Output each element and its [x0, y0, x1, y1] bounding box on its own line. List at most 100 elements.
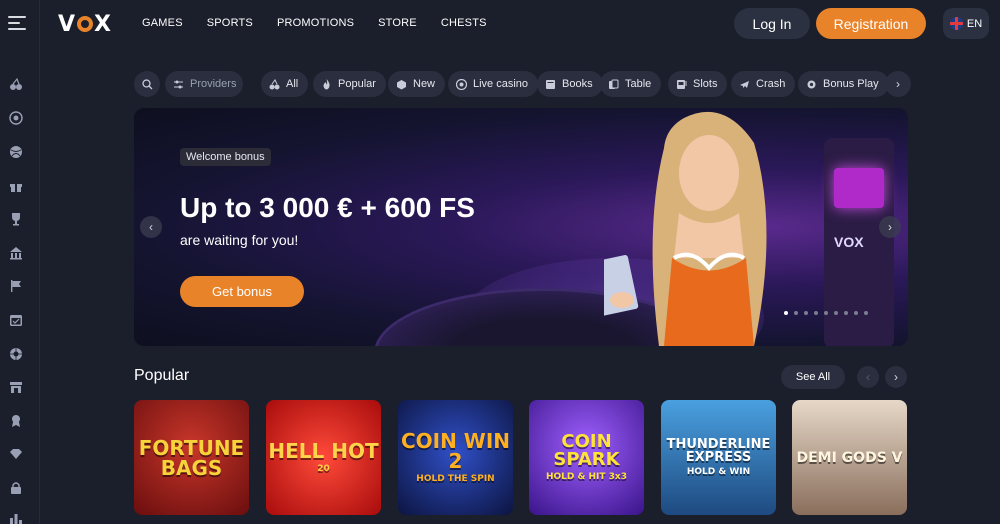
- ball-icon[interactable]: [9, 145, 23, 159]
- sidebar: [0, 0, 40, 524]
- filter-live-casino-label: Live casino: [473, 78, 529, 90]
- game-title: COIN WIN 2: [400, 429, 511, 473]
- filter-popular[interactable]: Popular: [313, 71, 386, 97]
- game-title: FORTUNE BAGS: [138, 435, 245, 480]
- game-tile[interactable]: COIN SPARK HOLD & HIT 3x3: [529, 400, 644, 515]
- language-code: EN: [966, 17, 983, 30]
- chart-icon[interactable]: [9, 512, 23, 524]
- banner-subtitle: are waiting for you!: [180, 232, 299, 248]
- filter-crash-label: Crash: [756, 78, 786, 90]
- filter-all[interactable]: All: [261, 71, 309, 97]
- gear-icon: [806, 79, 817, 90]
- filter-bonus-play-label: Bonus Play: [823, 78, 879, 90]
- lock-icon[interactable]: [9, 481, 23, 495]
- banner-next-button[interactable]: ›: [879, 216, 901, 238]
- cherries-icon: [269, 78, 280, 90]
- game-tile[interactable]: THUNDERLINE EXPRESS HOLD & WIN: [661, 400, 776, 515]
- game-subtitle: HOLD & HIT 3x3: [546, 472, 627, 482]
- game-tile[interactable]: DEMI GODS V: [792, 400, 907, 515]
- plane-icon: [739, 79, 750, 90]
- casino-icon[interactable]: [9, 246, 23, 260]
- game-title: HELL HOT: [268, 439, 379, 463]
- slide-dot[interactable]: [864, 311, 868, 315]
- game-subtitle: 20: [317, 464, 330, 474]
- slide-dot[interactable]: [814, 311, 818, 315]
- game-title: COIN SPARK: [553, 431, 620, 470]
- slide-dot[interactable]: [804, 311, 808, 315]
- game-title: THUNDERLINE EXPRESS: [666, 437, 771, 465]
- providers-label: Providers: [190, 78, 237, 90]
- game-tile[interactable]: FORTUNE BAGS: [134, 400, 249, 515]
- nav-chests[interactable]: CHESTS: [441, 17, 487, 29]
- hostess-image: [604, 111, 767, 346]
- target-icon[interactable]: [9, 111, 23, 125]
- chip-icon: [456, 78, 467, 90]
- filter-table[interactable]: Table: [600, 71, 662, 97]
- logo[interactable]: VX: [58, 12, 112, 37]
- calendar-icon[interactable]: [9, 313, 23, 327]
- slide-dot[interactable]: [834, 311, 838, 315]
- filter-new[interactable]: New: [388, 71, 446, 97]
- game-subtitle: HOLD THE SPIN: [416, 474, 495, 484]
- slide-dot[interactable]: [854, 311, 858, 315]
- roulette-icon[interactable]: [9, 347, 23, 361]
- filter-crash[interactable]: Crash: [731, 71, 796, 97]
- store-icon[interactable]: [9, 380, 23, 394]
- filters-next-button[interactable]: ›: [885, 71, 911, 97]
- get-bonus-button[interactable]: Get bonus: [180, 276, 304, 307]
- slide-dot[interactable]: [794, 311, 798, 315]
- book-icon: [545, 79, 556, 90]
- filter-popular-label: Popular: [338, 78, 376, 90]
- filter-slots[interactable]: Slots: [668, 71, 728, 97]
- trophy-icon[interactable]: [9, 212, 23, 226]
- game-title: DEMI GODS V: [796, 449, 903, 466]
- main-nav: GAMES SPORTS PROMOTIONS STORE CHESTS: [142, 17, 511, 29]
- filter-books[interactable]: Books: [537, 71, 603, 97]
- game-subtitle: HOLD & WIN: [686, 467, 751, 477]
- filter-table-label: Table: [625, 78, 652, 90]
- search-icon: [141, 78, 153, 90]
- cherries-icon[interactable]: [9, 77, 23, 91]
- cube-icon: [396, 79, 407, 90]
- promo-banner[interactable]: VOX Welcome bonus Up to 3 000 € + 600 FS…: [134, 108, 908, 346]
- filter-new-label: New: [413, 78, 436, 90]
- menu-icon[interactable]: [8, 14, 30, 32]
- filter-books-label: Books: [562, 78, 593, 90]
- diamond-icon[interactable]: [9, 447, 23, 461]
- registration-button[interactable]: Registration: [816, 8, 926, 39]
- badge-icon[interactable]: [9, 414, 23, 428]
- chevron-right-icon: ›: [896, 77, 900, 91]
- slot-machine-icon: [676, 79, 687, 90]
- game-tile[interactable]: COIN WIN 2 HOLD THE SPIN: [398, 400, 513, 515]
- popular-prev-button[interactable]: ‹: [857, 366, 879, 388]
- nav-store[interactable]: STORE: [378, 17, 417, 29]
- machine-screen: [834, 168, 884, 208]
- slide-dot[interactable]: [824, 311, 828, 315]
- filter-live-casino[interactable]: Live casino: [448, 71, 539, 97]
- see-all-button[interactable]: See All: [781, 365, 845, 389]
- slide-dot[interactable]: [784, 311, 788, 315]
- login-button[interactable]: Log In: [734, 8, 810, 39]
- section-title: Popular: [134, 367, 190, 384]
- machine-logo: VOX: [834, 234, 864, 250]
- filter-slots-label: Slots: [693, 78, 718, 90]
- sliders-icon: [173, 79, 184, 90]
- providers-button[interactable]: Providers: [165, 71, 243, 97]
- banner-prev-button[interactable]: ‹: [140, 216, 162, 238]
- language-selector[interactable]: EN: [943, 8, 989, 39]
- gift-icon[interactable]: [9, 179, 23, 193]
- search-button[interactable]: [134, 71, 160, 97]
- nav-promotions[interactable]: PROMOTIONS: [277, 17, 354, 29]
- nav-sports[interactable]: SPORTS: [207, 17, 253, 29]
- filter-bonus-play[interactable]: Bonus Play: [798, 71, 889, 97]
- banner-title: Up to 3 000 € + 600 FS: [180, 192, 475, 223]
- header: VX GAMES SPORTS PROMOTIONS STORE CHESTS …: [40, 0, 1000, 48]
- popular-next-button[interactable]: ›: [885, 366, 907, 388]
- game-tile[interactable]: HELL HOT 20: [266, 400, 381, 515]
- uk-flag-icon: [949, 17, 963, 30]
- slide-indicators: [784, 311, 868, 315]
- race-flag-icon[interactable]: [9, 279, 23, 293]
- slide-dot[interactable]: [844, 311, 848, 315]
- nav-games[interactable]: GAMES: [142, 17, 183, 29]
- cards-icon: [608, 79, 619, 90]
